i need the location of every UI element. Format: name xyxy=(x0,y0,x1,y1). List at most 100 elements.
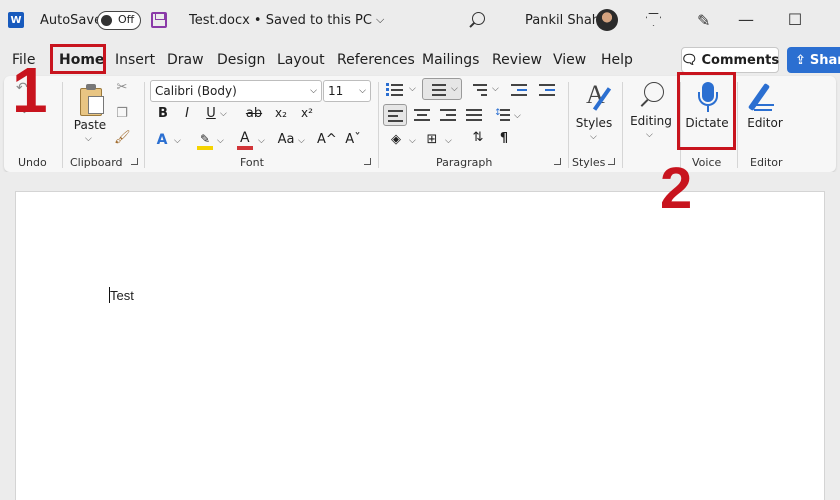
group-label-clipboard: Clipboard xyxy=(70,156,123,169)
share-label: Shar xyxy=(809,52,840,68)
group-separator xyxy=(378,82,379,168)
group-label-editor: Editor xyxy=(750,156,783,169)
cut-icon[interactable]: ✂ xyxy=(114,80,130,95)
decrease-indent-button[interactable] xyxy=(511,82,527,96)
paragraph-dialog-launcher-icon[interactable] xyxy=(554,158,561,165)
chevron-down-icon[interactable]: ⌵ xyxy=(220,109,227,119)
chevron-down-icon[interactable]: ⌵ xyxy=(174,136,181,146)
document-page[interactable] xyxy=(15,191,825,500)
shading-icon[interactable]: ◈ xyxy=(388,132,404,147)
align-right-button[interactable] xyxy=(440,108,456,122)
highlight-color-button[interactable]: ✎ xyxy=(197,132,213,150)
group-label-undo: Undo xyxy=(18,156,47,169)
align-center-button[interactable] xyxy=(414,108,430,122)
chevron-down-icon[interactable]: ⌵ xyxy=(492,84,499,94)
magic-wand-icon[interactable]: ✎ xyxy=(697,11,710,30)
group-label-voice: Voice xyxy=(692,156,722,169)
tab-layout[interactable]: Layout xyxy=(277,44,325,76)
tab-review[interactable]: Review xyxy=(492,44,542,76)
increase-indent-button[interactable] xyxy=(539,82,555,96)
font-dialog-launcher-icon[interactable] xyxy=(364,158,371,165)
justify-button[interactable] xyxy=(466,108,482,122)
font-size-select[interactable]: 11 ⌵ xyxy=(323,80,371,102)
share-icon: ⇪ xyxy=(795,52,806,68)
comment-icon: 🗨 xyxy=(680,52,698,68)
user-name[interactable]: Pankil Shah xyxy=(525,0,600,40)
chevron-down-icon[interactable]: ⌵ xyxy=(217,136,224,146)
borders-icon[interactable]: ⊞ xyxy=(424,132,440,147)
save-icon[interactable] xyxy=(151,12,167,28)
comments-label: Comments xyxy=(701,52,780,68)
tab-references[interactable]: References xyxy=(337,44,415,76)
clipboard-dialog-launcher-icon[interactable] xyxy=(131,158,138,165)
format-painter-icon[interactable]: 🖌 xyxy=(114,130,131,145)
multilevel-list-button[interactable] xyxy=(470,82,488,96)
maximize-button[interactable]: ☐ xyxy=(785,10,805,29)
bold-button[interactable]: B xyxy=(156,106,170,121)
tab-view[interactable]: View xyxy=(553,44,586,76)
tab-mailings[interactable]: Mailings xyxy=(422,44,479,76)
search-icon[interactable] xyxy=(472,12,485,25)
shrink-font-button[interactable]: Aˇ xyxy=(344,132,362,147)
subscript-button[interactable]: x₂ xyxy=(272,106,290,120)
sort-icon[interactable]: ⇅ xyxy=(470,130,486,145)
align-left-button[interactable] xyxy=(383,104,407,126)
editor-button[interactable] xyxy=(747,80,780,114)
minimize-button[interactable]: — xyxy=(736,10,756,29)
autosave-toggle[interactable]: Off xyxy=(97,11,141,30)
numbering-button[interactable]: ⌵ xyxy=(422,78,462,100)
line-spacing-button[interactable]: ↕ xyxy=(494,108,510,122)
group-label-paragraph: Paragraph xyxy=(436,156,493,169)
tab-help[interactable]: Help xyxy=(601,44,633,76)
paper-icon xyxy=(88,96,104,114)
group-separator xyxy=(737,82,738,168)
tab-design[interactable]: Design xyxy=(217,44,265,76)
copy-icon[interactable]: ❐ xyxy=(114,106,130,121)
grow-font-button[interactable]: A^ xyxy=(317,132,337,147)
group-separator xyxy=(144,82,145,168)
document-body-text[interactable]: Test xyxy=(110,288,134,303)
change-case-button[interactable]: Aa xyxy=(275,132,297,147)
strikethrough-button[interactable]: ab xyxy=(244,106,264,121)
share-button[interactable]: ⇪ Shar xyxy=(787,47,840,73)
show-formatting-button[interactable]: ¶ xyxy=(496,131,512,146)
underline-button[interactable]: U xyxy=(204,106,218,121)
chevron-down-icon[interactable]: ⌵ xyxy=(409,136,416,146)
chevron-down-icon[interactable]: ⌵ xyxy=(590,132,597,142)
styles-dialog-launcher-icon[interactable] xyxy=(608,158,615,165)
chevron-down-icon[interactable]: ⌵ xyxy=(85,134,92,144)
document-title-text: Test.docx • Saved to this PC xyxy=(189,12,372,28)
chevron-down-icon[interactable]: ⌵ xyxy=(646,130,653,140)
paste-button[interactable] xyxy=(76,84,106,118)
premium-diamond-icon[interactable] xyxy=(646,13,661,26)
chevron-down-icon[interactable]: ⌵ xyxy=(409,84,416,94)
clip-top xyxy=(86,84,96,90)
font-size-value: 11 xyxy=(328,84,344,98)
font-color-button[interactable]: A xyxy=(237,130,253,150)
chevron-down-icon[interactable]: ⌵ xyxy=(298,136,305,146)
chevron-down-icon: ⌵ xyxy=(375,13,385,26)
highlight-box-home xyxy=(50,44,106,74)
editing-button[interactable] xyxy=(634,80,670,114)
font-name-select[interactable]: Calibri (Body) ⌵ xyxy=(150,80,322,102)
chevron-down-icon: ⌵ xyxy=(310,86,317,96)
group-label-styles: Styles xyxy=(572,156,606,169)
step-1-callout: 1 xyxy=(12,54,48,126)
avatar[interactable] xyxy=(596,9,618,31)
tab-insert[interactable]: Insert xyxy=(115,44,155,76)
bullets-button[interactable] xyxy=(386,82,404,96)
styles-button[interactable]: A xyxy=(580,80,616,114)
chevron-down-icon[interactable]: ⌵ xyxy=(514,111,521,121)
text-effects-button[interactable]: A xyxy=(154,132,170,148)
highlight-color-bar xyxy=(197,146,213,150)
document-title[interactable]: Test.docx • Saved to this PC ⌵ xyxy=(189,0,384,40)
chevron-down-icon: ⌵ xyxy=(359,86,366,96)
superscript-button[interactable]: x² xyxy=(298,106,316,120)
italic-button[interactable]: I xyxy=(180,106,194,121)
comments-button[interactable]: 🗨 Comments xyxy=(681,47,779,73)
word-app-icon: W xyxy=(8,12,24,28)
chevron-down-icon[interactable]: ⌵ xyxy=(445,136,452,146)
tab-draw[interactable]: Draw xyxy=(167,44,204,76)
title-bar: W AutoSave Off Test.docx • Saved to this… xyxy=(0,0,840,40)
chevron-down-icon[interactable]: ⌵ xyxy=(258,136,265,146)
